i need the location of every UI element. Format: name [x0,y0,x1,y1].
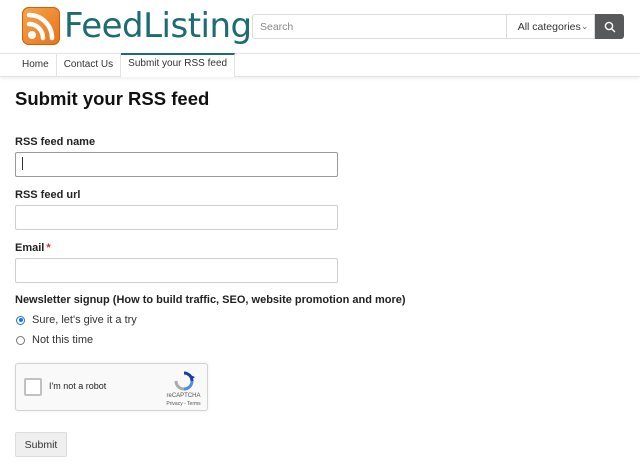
main-nav: Home Contact Us Submit your RSS feed [0,53,640,77]
radio-checked[interactable] [16,315,25,325]
feed-name-label: RSS feed name [15,136,96,148]
site-logo[interactable]: FeedListing [22,7,252,45]
required-marker: * [46,242,51,254]
text-caret [22,157,23,170]
search-input[interactable] [252,14,506,39]
recaptcha-icon [174,371,195,391]
recaptcha-brand: reCAPTCHA [166,393,201,399]
category-select-value: All categories [517,20,581,33]
rss-icon [22,7,60,45]
page-title: Submit your RSS feed [15,88,210,109]
chevron-down-icon: ⌄ [580,21,589,31]
newsletter-option-no-label: Not this time [32,334,94,346]
feed-url-field[interactable] [15,205,338,230]
site-name: FeedListing [64,6,252,46]
email-label: Email * [15,242,51,254]
submit-button[interactable]: Submit [15,432,67,457]
newsletter-label: Newsletter signup (How to build traffic,… [15,294,406,306]
recaptcha-checkbox[interactable] [24,378,42,396]
recaptcha-terms-link[interactable]: Privacy - Terms [161,401,206,407]
recaptcha-label: I'm not a robot [49,381,107,391]
category-select[interactable]: All categories ⌄ [505,14,596,39]
site-header: FeedListing All categories ⌄ [0,0,640,53]
recaptcha-widget: I'm not a robot reCAPTCHA Privacy - Term… [15,363,208,411]
newsletter-option-yes[interactable]: Sure, let's give it a try [16,314,137,326]
email-label-text: Email [15,242,45,254]
feed-url-label: RSS feed url [15,189,81,201]
search-bar: All categories ⌄ [252,14,624,39]
newsletter-option-no[interactable]: Not this time [16,334,93,346]
search-button[interactable] [595,14,624,39]
feed-name-field[interactable] [15,152,338,177]
nav-item-contact-us[interactable]: Contact Us [57,54,122,76]
nav-item-submit-rss-feed[interactable]: Submit your RSS feed [121,53,236,77]
newsletter-option-yes-label: Sure, let's give it a try [32,314,137,326]
search-icon [604,21,616,32]
email-field[interactable] [15,258,338,283]
nav-item-home[interactable]: Home [15,54,57,76]
radio-unchecked[interactable] [16,335,25,345]
